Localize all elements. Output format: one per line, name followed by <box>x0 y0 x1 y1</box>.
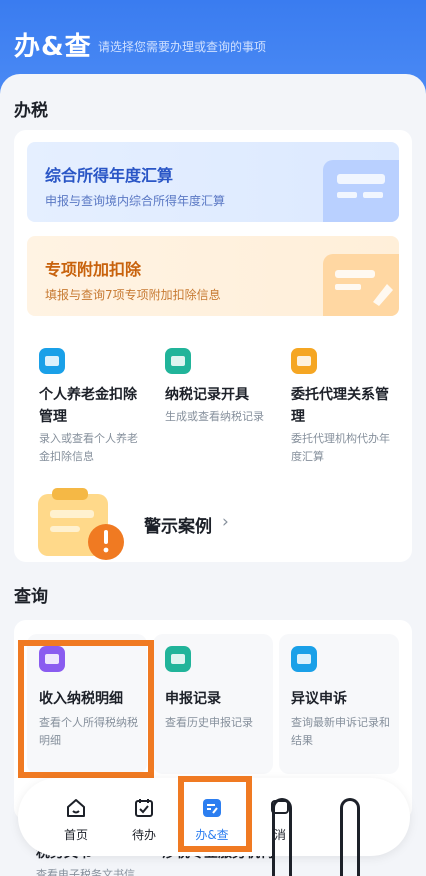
page-title: 办&查 <box>14 32 92 62</box>
tab-home[interactable]: 首页 <box>46 778 106 856</box>
overlay-pill-right <box>340 798 360 876</box>
highlight-box <box>178 776 252 852</box>
agency-management-tile[interactable]: 委托代理关系管理 委托代理机构代办年度汇算 <box>279 336 399 474</box>
declaration-record-tile[interactable]: 申报记录 查看历史申报记录 <box>153 634 273 774</box>
overlay-pill-left <box>272 798 292 876</box>
chevron-right-icon: › <box>222 512 229 532</box>
warning-clipboard-icon <box>34 484 130 562</box>
todo-icon <box>132 796 156 820</box>
section-title-tax: 办税 <box>14 101 48 121</box>
tile-desc: 委托代理机构代办年度汇算 <box>291 432 390 463</box>
appeal-tile[interactable]: 异议申诉 查询最新申诉记录和结果 <box>279 634 399 774</box>
tile-desc: 录入或查看个人养老金扣除信息 <box>39 432 138 463</box>
tab-label: 首页 <box>63 828 88 842</box>
appeal-icon <box>291 646 317 672</box>
tax-record-tile[interactable]: 纳税记录开具 生成或查看纳税记录 <box>153 336 273 474</box>
tax-documents-desc: 查看电子税务文书信 <box>36 868 135 876</box>
calculator-illustration-icon <box>323 160 399 222</box>
page-subtitle: 请选择您需要办理或查询的事项 <box>98 40 267 54</box>
annual-settlement-subtitle: 申报与查询境内综合所得年度汇算 <box>45 194 226 208</box>
highlight-box <box>18 640 154 778</box>
pension-deduction-tile[interactable]: 个人养老金扣除管理 录入或查看个人养老金扣除信息 <box>27 336 147 474</box>
tile-title: 委托代理关系管理 <box>291 387 389 425</box>
special-deduction-banner[interactable]: 专项附加扣除 填报与查询7项专项附加扣除信息 › <box>27 236 399 316</box>
tax-record-icon <box>165 348 191 374</box>
special-deduction-title: 专项附加扣除 <box>45 260 142 279</box>
tile-desc: 查询最新申诉记录和结果 <box>291 716 390 747</box>
tile-title: 个人养老金扣除管理 <box>39 387 137 425</box>
home-icon <box>64 796 88 820</box>
agency-icon <box>291 348 317 374</box>
warning-cases-link[interactable]: 警示案例 <box>144 512 212 537</box>
tile-title: 申报记录 <box>165 691 221 707</box>
tile-title: 纳税记录开具 <box>165 387 249 403</box>
document-pen-illustration-icon <box>323 254 399 316</box>
tile-title: 异议申诉 <box>291 691 347 707</box>
tab-label: 待办 <box>131 828 156 842</box>
section-title-query: 查询 <box>14 587 48 607</box>
special-deduction-subtitle: 填报与查询7项专项附加扣除信息 <box>45 288 221 302</box>
pension-icon <box>39 348 65 374</box>
tile-desc: 查看历史申报记录 <box>165 716 253 729</box>
annual-settlement-banner[interactable]: 综合所得年度汇算 申报与查询境内综合所得年度汇算 › <box>27 142 399 222</box>
declaration-record-icon <box>165 646 191 672</box>
annual-settlement-title: 综合所得年度汇算 <box>45 166 174 185</box>
tile-desc: 生成或查看纳税记录 <box>165 410 264 423</box>
tab-todo[interactable]: 待办 <box>114 778 174 856</box>
